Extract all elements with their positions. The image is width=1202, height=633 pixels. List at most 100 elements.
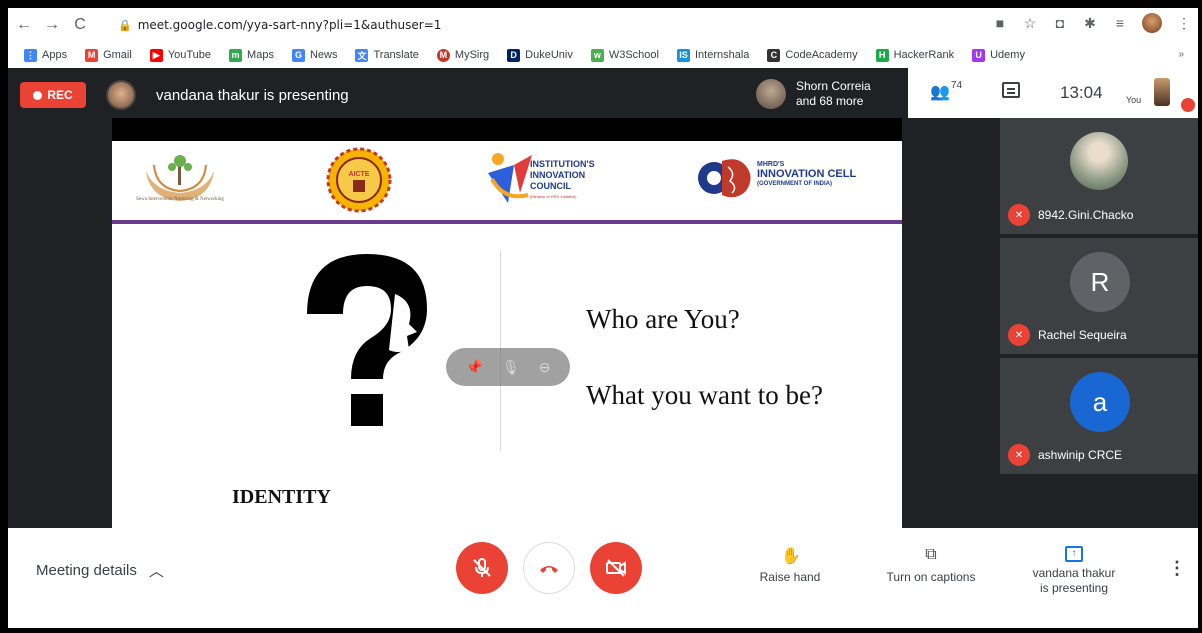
gmail-icon: M xyxy=(85,48,99,62)
w3school-icon: w xyxy=(590,48,604,62)
bookmarks-more-icon[interactable]: » xyxy=(1178,49,1184,60)
more-options-icon[interactable]: ⋮ xyxy=(1168,558,1186,579)
bookmark-udemy[interactable]: U Udemy xyxy=(972,48,1025,62)
logo1-caption: Sewa Intervention Nurturing & Networking xyxy=(136,197,224,202)
recording-badge: REC xyxy=(20,82,86,108)
star-icon[interactable]: ☆ xyxy=(1022,15,1038,31)
presentation-hover-controls: 📌 🎙 ⊖ xyxy=(446,348,570,386)
mysirg-icon: M xyxy=(436,48,450,62)
leave-call-button[interactable] xyxy=(523,542,575,594)
screen: ← → C 🔒 meet.google.com/yya-sart-nny?pli… xyxy=(0,0,1202,633)
participant-avatar xyxy=(756,79,786,109)
remove-icon[interactable]: ⊖ xyxy=(539,359,551,376)
bookmark-codeacademy[interactable]: C CodeAcademy xyxy=(767,48,858,62)
participant-name: ashwinip CRCE xyxy=(1038,448,1123,462)
presenter-avatar xyxy=(106,80,136,110)
puzzle-extensions-icon[interactable]: ✱ xyxy=(1082,15,1098,31)
pocket-icon[interactable]: ◘ xyxy=(1052,15,1068,31)
slide-logo-header: Sewa Intervention Nurturing & Networking… xyxy=(112,141,902,221)
lock-icon: 🔒 xyxy=(118,18,132,32)
slide-footer-title: IDENTITY xyxy=(232,486,331,508)
slide-question-2: What you want to be? xyxy=(586,380,823,410)
bookmark-news[interactable]: G News xyxy=(291,48,337,62)
translate-icon: 文 xyxy=(355,48,369,62)
bookmark-youtube[interactable]: ▶ YouTube xyxy=(149,48,211,62)
meet-top-bar: REC vandana thakur is presenting Shorn C… xyxy=(8,68,1198,120)
self-label: You xyxy=(1126,95,1142,105)
meet-top-right-panel: 👥 74 13:04 You xyxy=(908,68,1198,118)
camera-off-icon xyxy=(606,559,626,577)
news-icon: G xyxy=(291,48,305,62)
codeacademy-icon: C xyxy=(767,48,781,62)
captions-button[interactable]: ⧉ Turn on captions xyxy=(876,546,986,584)
maps-icon: m xyxy=(229,48,243,62)
iic-logo-subtitle: (Ministry of HRD Initiative) xyxy=(530,194,577,199)
participant-initial-avatar: a xyxy=(1070,372,1130,432)
participant-tile[interactable]: ✕ 8942.Gini.Chacko xyxy=(1000,118,1198,234)
presentation-slide: Sewa Intervention Nurturing & Networking… xyxy=(112,141,902,528)
captions-icon: ⧉ xyxy=(925,546,937,563)
participant-tiles: ✕ 8942.Gini.Chacko R ✕ Rachel Sequeira a… xyxy=(1000,118,1198,528)
back-arrow-icon[interactable]: ← xyxy=(12,13,36,37)
people-icon[interactable]: 👥 xyxy=(930,82,950,102)
slide-divider-rule xyxy=(112,220,902,224)
browser-toolbar: ← → C 🔒 meet.google.com/yya-sart-nny?pli… xyxy=(8,8,1198,42)
aicte-text: AICTE xyxy=(349,171,370,178)
udemy-icon: U xyxy=(972,48,986,62)
bookmark-hackerrank[interactable]: H HackerRank xyxy=(875,48,954,62)
internshala-icon: IS xyxy=(676,48,690,62)
youtube-icon: ▶ xyxy=(149,48,163,62)
url-text: meet.google.com/yya-sart-nny?pli=1&authu… xyxy=(137,18,442,32)
mic-toggle-button[interactable] xyxy=(456,542,508,594)
hang-up-icon xyxy=(540,566,558,573)
reload-icon[interactable]: C xyxy=(68,13,92,37)
mic-icon[interactable]: 🎙 xyxy=(502,359,520,376)
profile-avatar-icon[interactable] xyxy=(1142,13,1162,33)
meet-stage: REC vandana thakur is presenting Shorn C… xyxy=(8,68,1198,628)
apps-grid-icon: ⋮ xyxy=(24,48,37,62)
bookmark-dukeuniv[interactable]: D DukeUniv xyxy=(507,48,573,62)
bookmark-maps[interactable]: m Maps xyxy=(229,48,274,62)
reading-list-icon[interactable]: ≡ xyxy=(1112,15,1128,31)
bookmark-mysirg[interactable]: M MySirg xyxy=(436,48,489,62)
mic-off-icon: ✕ xyxy=(1008,204,1030,226)
people-count: 74 xyxy=(951,80,963,91)
bookmark-translate[interactable]: 文 Translate xyxy=(355,48,419,62)
participant-tile[interactable]: R ✕ Rachel Sequeira xyxy=(1000,238,1198,354)
innovation-cell-text: MHRD'S INNOVATION CELL (GOVERNMENT OF IN… xyxy=(757,161,857,187)
hand-icon: ✋ xyxy=(781,548,801,565)
participant-tile[interactable]: a ✕ ashwinip CRCE xyxy=(1000,358,1198,474)
present-screen-icon: ↑ xyxy=(1065,546,1083,562)
mic-off-icon xyxy=(473,558,491,577)
iic-logo-icon xyxy=(488,153,532,203)
self-mic-off-icon xyxy=(1181,98,1195,112)
mic-off-icon: ✕ xyxy=(1008,324,1030,346)
meeting-details-button[interactable]: Meeting details ︿ xyxy=(36,560,164,581)
kebab-menu-icon[interactable]: ⋮ xyxy=(1176,15,1192,31)
presenting-label: vandana thakur is presenting xyxy=(156,87,349,104)
forward-arrow-icon[interactable]: → xyxy=(40,13,64,37)
camera-toggle-button[interactable] xyxy=(590,542,642,594)
participant-photo xyxy=(1070,132,1128,190)
question-mark-head-icon xyxy=(307,254,427,426)
participant-initial-avatar: R xyxy=(1070,252,1130,312)
iic-logo-text: INSTITUTION'S INNOVATION COUNCIL xyxy=(530,159,595,191)
participants-chip[interactable]: Shorn Correia and 68 more xyxy=(750,74,906,114)
brain-gear-logo-icon xyxy=(698,159,751,198)
presenting-button[interactable]: ↑ vandana thakur is presenting xyxy=(1024,546,1124,596)
slide-question-1: Who are You? xyxy=(586,304,740,334)
participant-name: Rachel Sequeira xyxy=(1038,328,1127,342)
meet-bottom-bar: Meeting details ︿ ✋ Raise hand ⧉ Turn on… xyxy=(8,528,1198,628)
camera-indicator-icon[interactable]: ■ xyxy=(992,15,1008,31)
bookmark-w3school[interactable]: w W3School xyxy=(590,48,659,62)
record-dot-icon xyxy=(33,90,43,100)
pin-icon[interactable]: 📌 xyxy=(466,359,483,376)
raise-hand-button[interactable]: ✋ Raise hand xyxy=(754,546,826,584)
address-bar[interactable]: 🔒 meet.google.com/yya-sart-nny?pli=1&aut… xyxy=(118,12,998,38)
chat-icon[interactable] xyxy=(1002,82,1020,98)
bookmark-gmail[interactable]: M Gmail xyxy=(85,48,132,62)
duke-icon: D xyxy=(507,48,521,62)
bookmark-internshala[interactable]: IS Internshala xyxy=(676,48,749,62)
self-video-thumbnail[interactable] xyxy=(1154,78,1170,106)
bookmark-apps[interactable]: ⋮ Apps xyxy=(24,48,67,62)
